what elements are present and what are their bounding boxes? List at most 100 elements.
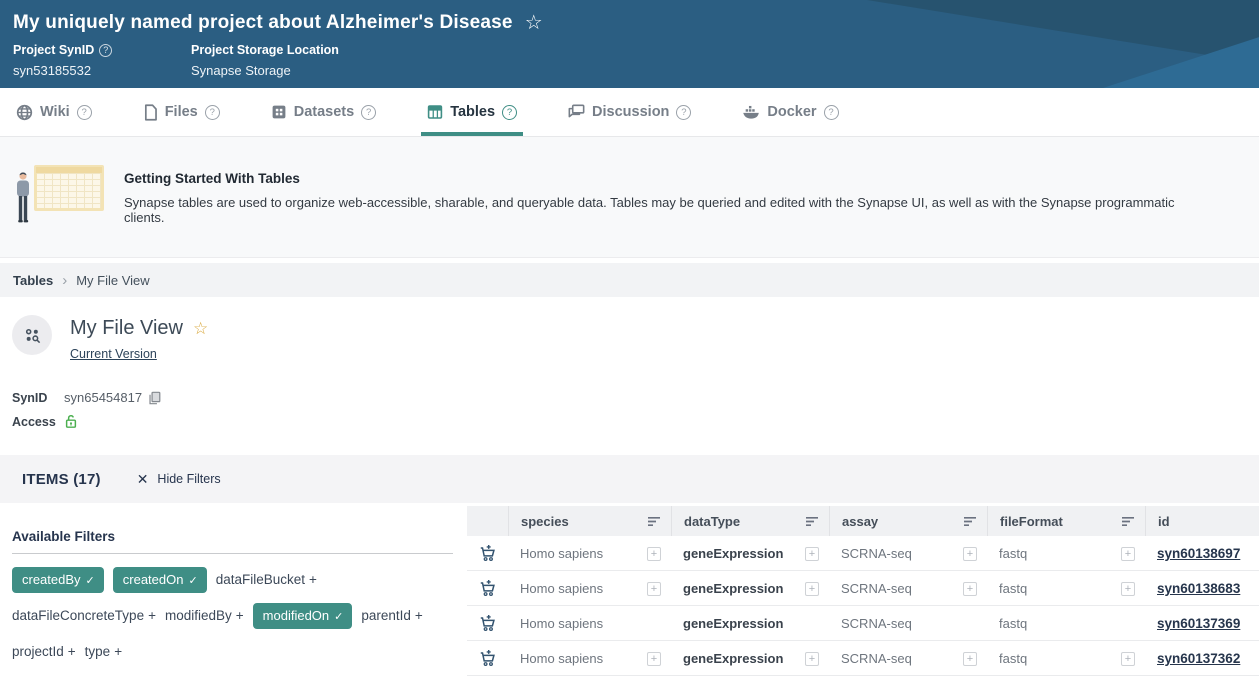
filter-add-type[interactable]: type+ [85,639,122,665]
breadcrumb-tables-link[interactable]: Tables [13,273,53,288]
file-icon [143,104,158,121]
help-icon[interactable]: ? [205,105,220,120]
filter-add-dataFileConcreteType[interactable]: dataFileConcreteType+ [12,603,156,629]
items-count-title: ITEMS (17) [22,471,101,488]
add-facet-filter-icon[interactable]: + [963,547,977,561]
add-facet-filter-icon[interactable]: + [805,582,819,596]
filter-chip-createdBy[interactable]: createdBy✓ [12,567,104,593]
tab-datasets[interactable]: Datasets ? [269,88,378,136]
tab-docker[interactable]: Docker ? [740,88,840,136]
add-to-cart-icon[interactable] [478,649,497,668]
add-to-cart-icon[interactable] [478,544,497,563]
filter-add-projectId[interactable]: projectId+ [12,639,76,665]
species-value: Homo sapiens [520,546,603,561]
synapse-id-link[interactable]: syn60138683 [1157,581,1240,596]
synapse-id-link[interactable]: syn60137362 [1157,651,1240,666]
column-header-assay: assay [829,506,987,536]
help-icon[interactable]: ? [361,105,376,120]
synid-label: SynID [12,391,64,405]
add-to-cart-icon[interactable] [478,614,497,633]
add-facet-filter-icon[interactable]: + [1121,547,1135,561]
items-bar: ITEMS (17) ✕ Hide Filters [0,455,1259,503]
help-icon[interactable]: ? [99,44,112,57]
tab-label: Datasets [294,104,354,120]
cell-dataType: geneExpression + [671,571,829,606]
file-view-table: species dataType assay fileFormat id [467,506,1259,679]
cell-species: Homo sapiens [508,606,671,641]
cell-dataType: geneExpression [671,606,829,641]
getting-started-description: Synapse tables are used to organize web-… [124,195,1204,225]
cell-assay: SCRNA-seq+ [829,571,987,606]
globe-icon [16,104,33,121]
help-icon[interactable]: ? [502,105,517,120]
filter-chip-createdOn[interactable]: createdOn✓ [113,567,207,593]
getting-started-title: Getting Started With Tables [124,171,1204,186]
available-filters-panel: Available Filters createdBy✓createdOn✓da… [0,503,467,679]
filter-chip-list: createdBy✓ createdOn✓ dataFileBucket+ dataF… [12,567,454,665]
sort-filter-icon[interactable] [805,516,819,527]
docker-icon [742,105,760,120]
sort-filter-icon[interactable] [647,516,661,527]
copy-icon[interactable] [148,391,161,405]
project-tabbar: Wiki ? Files ? Datasets ? Tables ? Discu… [0,88,1259,137]
tab-label: Wiki [40,104,70,120]
help-icon[interactable]: ? [824,105,839,120]
synid-value: syn65454817 [64,390,142,405]
add-facet-filter-icon[interactable]: + [1121,652,1135,666]
add-facet-filter-icon[interactable]: + [963,582,977,596]
add-facet-filter-icon[interactable]: + [805,547,819,561]
open-lock-icon[interactable] [64,414,78,429]
favorite-star-icon[interactable]: ☆ [525,10,543,35]
add-to-cart-icon[interactable] [478,579,497,598]
current-version-link[interactable]: Current Version [70,347,157,361]
sort-filter-icon[interactable] [1121,516,1135,527]
add-facet-filter-icon[interactable]: + [963,652,977,666]
dataType-value: geneExpression [683,581,783,596]
dataType-value: geneExpression [683,616,783,631]
cart-cell [467,641,508,676]
storage-location-value: Synapse Storage [191,63,339,78]
hide-filters-button[interactable]: ✕ Hide Filters [137,471,221,488]
discussion-icon [568,104,585,120]
getting-started-panel: Getting Started With Tables Synapse tabl… [0,137,1259,258]
cell-species: Homo sapiens+ [508,641,671,676]
tab-files[interactable]: Files ? [141,88,222,136]
fileFormat-value: fastq [999,581,1027,596]
add-facet-filter-icon[interactable]: + [1121,582,1135,596]
project-synid-label: Project SynID ? [13,43,191,57]
add-facet-filter-icon[interactable]: + [805,652,819,666]
synapse-id-link[interactable]: syn60137369 [1157,616,1240,631]
help-icon[interactable]: ? [77,105,92,120]
cell-species: Homo sapiens + [508,536,671,571]
help-icon[interactable]: ? [676,105,691,120]
person-illustration-icon [12,171,34,234]
table-row: Homo sapiensgeneExpressionSCRNA-seqfastq… [467,606,1259,641]
filter-chip-modifiedOn[interactable]: modifiedOn✓ [253,603,353,629]
cell-fileFormat: fastq [987,606,1145,641]
tab-label: Docker [767,104,816,120]
add-facet-filter-icon[interactable]: + [647,547,661,561]
sort-filter-icon[interactable] [963,516,977,527]
tab-tables[interactable]: Tables ? [425,88,519,136]
synapse-id-link[interactable]: syn60138697 [1157,546,1240,561]
filter-add-dataFileBucket[interactable]: dataFileBucket+ [216,567,317,593]
table-row: Homo sapiens+geneExpression+SCRNA-seq+fa… [467,571,1259,606]
filter-add-modifiedBy[interactable]: modifiedBy+ [165,603,244,629]
file-view-entity-icon [12,315,52,355]
favorite-star-icon[interactable]: ☆ [193,319,208,339]
add-facet-filter-icon[interactable]: + [647,652,661,666]
cart-column-header [467,506,508,536]
filter-add-parentId[interactable]: parentId+ [361,603,422,629]
dataType-value: geneExpression [683,651,783,666]
species-value: Homo sapiens [520,581,603,596]
tab-discussion[interactable]: Discussion ? [566,88,693,136]
spreadsheet-illustration-icon [34,165,104,211]
cell-dataType: geneExpression+ [671,536,829,571]
tables-illustration [12,157,124,257]
cart-cell [467,536,508,571]
column-header-dataType: dataType [671,506,829,536]
add-facet-filter-icon[interactable]: + [647,582,661,596]
tab-wiki[interactable]: Wiki ? [14,88,94,136]
table-icon [427,104,443,120]
breadcrumb: Tables My File View [0,263,1259,297]
